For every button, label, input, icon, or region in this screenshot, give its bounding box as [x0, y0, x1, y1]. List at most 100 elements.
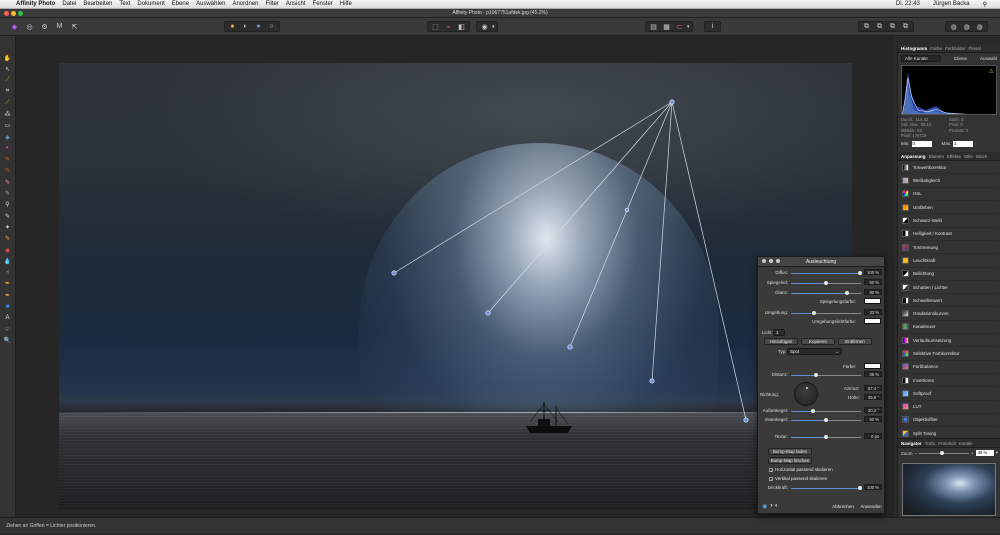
- menu-filter[interactable]: Filter: [266, 1, 279, 7]
- flood-select-icon[interactable]: ⁂: [3, 109, 13, 119]
- adjustment-item[interactable]: HSL: [899, 188, 999, 202]
- node-tool-icon[interactable]: ✒: [3, 290, 13, 300]
- hand-tool-icon[interactable]: ✋: [3, 53, 13, 63]
- color-replacement-icon[interactable]: ✎: [3, 166, 13, 176]
- menu-fenster[interactable]: Fenster: [313, 1, 333, 7]
- tab-farbfelder[interactable]: Farbfelder: [945, 46, 966, 51]
- arrange-front-icon[interactable]: ⧉: [900, 21, 911, 32]
- magnet-icon[interactable]: ⊂: [674, 21, 685, 32]
- subtract-ellipse-icon[interactable]: ◍: [961, 21, 972, 32]
- export-persona-icon[interactable]: ⇱: [69, 21, 80, 32]
- document-canvas[interactable]: [59, 63, 852, 509]
- textur-value[interactable]: 0 px: [864, 433, 882, 439]
- user-name[interactable]: Jürgen Backa: [933, 1, 970, 8]
- blur-brush-icon[interactable]: 💧: [3, 256, 13, 266]
- move-tool-icon[interactable]: ↖: [3, 64, 13, 74]
- adjustment-item[interactable]: Schwellenwert: [899, 294, 999, 308]
- auto-colors-icon[interactable]: ●: [253, 21, 264, 32]
- azimuth-value[interactable]: 67,4 °: [864, 385, 882, 391]
- diffus-slider[interactable]: [791, 271, 862, 275]
- adjustment-item[interactable]: Selektive Farbkorrektur: [899, 347, 999, 361]
- menu-hilfe[interactable]: Hilfe: [340, 1, 352, 7]
- menu-app[interactable]: Affinity Photo: [16, 1, 55, 7]
- textur-slider[interactable]: [791, 435, 861, 439]
- adjustment-item[interactable]: Invertieren: [899, 374, 999, 388]
- freehand-selection-icon[interactable]: ⌁: [443, 21, 454, 32]
- target-handle[interactable]: [567, 344, 573, 350]
- tab-pinsel[interactable]: Pinsel: [969, 46, 981, 51]
- zoom-out-icon[interactable]: −: [915, 451, 918, 456]
- adjustment-item[interactable]: Softproof: [899, 387, 999, 401]
- adjustment-item[interactable]: Gradationskurven: [899, 307, 999, 321]
- tab-ebenen[interactable]: Ebenen: [929, 154, 945, 159]
- selection-option[interactable]: Auswahl: [980, 56, 997, 61]
- cancel-button[interactable]: Abbrechen: [830, 503, 856, 510]
- cone-handle-left[interactable]: [391, 270, 397, 276]
- assistant-icon[interactable]: ▤: [648, 21, 659, 32]
- menu-datei[interactable]: Datei: [62, 1, 76, 7]
- tab-stile[interactable]: Stile: [964, 154, 973, 159]
- zoom-field[interactable]: 45 %: [975, 450, 994, 456]
- aussenkegel-slider[interactable]: [791, 409, 861, 413]
- adjustment-item[interactable]: Belichtung: [899, 268, 999, 281]
- adjustment-item[interactable]: Farbbalance: [899, 361, 999, 374]
- adjustment-item[interactable]: Schatten / Lichter: [899, 281, 999, 295]
- menu-text[interactable]: Text: [119, 1, 130, 7]
- dodge-brush-icon[interactable]: ✎: [3, 189, 13, 199]
- ambient-color-swatch[interactable]: [864, 318, 881, 324]
- blemish-icon[interactable]: ✎: [3, 234, 13, 244]
- adjustment-item[interactable]: Schwarz-Weiß: [899, 214, 999, 228]
- retouch-brush-icon[interactable]: ✎: [3, 211, 13, 221]
- auto-white-balance-icon[interactable]: ○: [266, 21, 277, 32]
- light-color-swatch[interactable]: [864, 363, 881, 369]
- paint-brush-icon[interactable]: ✎: [3, 155, 13, 165]
- blend-ranges-icon[interactable]: ◑: [769, 503, 773, 510]
- dialog-close-button[interactable]: [762, 259, 766, 263]
- menu-ansicht[interactable]: Ansicht: [286, 1, 306, 7]
- auto-contrast-icon[interactable]: ◐: [240, 21, 251, 32]
- tab-farbe[interactable]: Farbe: [930, 46, 942, 51]
- zoom-slider-knob[interactable]: [939, 450, 944, 455]
- cone-handle-inner-right[interactable]: [649, 378, 655, 384]
- adjustment-item[interactable]: Umfärben: [899, 201, 999, 215]
- text-tool-icon[interactable]: A: [3, 313, 13, 323]
- dialog-minimize-button[interactable]: [769, 259, 773, 263]
- menu-anordnen[interactable]: Anordnen: [232, 1, 258, 7]
- clone-brush-icon[interactable]: ⚲: [3, 200, 13, 210]
- zoom-menu-icon[interactable]: ▾: [996, 450, 998, 456]
- max-field[interactable]: 1: [953, 141, 974, 148]
- pen-tool-icon[interactable]: ✒: [3, 279, 13, 289]
- aussenkegel-value[interactable]: 30,2 °: [864, 407, 882, 413]
- liquify-persona-icon[interactable]: ◎: [24, 21, 35, 32]
- adjustment-item[interactable]: LUT: [899, 401, 999, 414]
- crop-tool-icon[interactable]: ⌗: [3, 87, 13, 97]
- gradient-tool-icon[interactable]: ◐: [3, 143, 13, 153]
- distanz-value[interactable]: 36 %: [864, 371, 882, 377]
- clear-bump-map-button[interactable]: Bump-Map löschen: [768, 457, 812, 464]
- innenkegel-slider[interactable]: [791, 418, 861, 422]
- menu-ebene[interactable]: Ebene: [172, 1, 189, 7]
- spiegelnd-slider[interactable]: [791, 281, 861, 285]
- arrange-backward-icon[interactable]: ⧉: [874, 21, 885, 32]
- adjustment-item[interactable]: Verlaufsumsetzung: [899, 334, 999, 348]
- navigator-thumbnail[interactable]: [902, 463, 996, 516]
- umgebung-value[interactable]: 33 %: [864, 309, 882, 315]
- tab-histogram[interactable]: Histogramm: [901, 46, 927, 51]
- color-picker-icon[interactable]: ⟋: [3, 76, 13, 86]
- remove-light-button[interactable]: Entfernen: [838, 338, 872, 345]
- blend-mode-icon[interactable]: ◉: [762, 503, 767, 510]
- spiegelnd-value[interactable]: 50 %: [864, 279, 882, 285]
- tab-anpassung[interactable]: Anpassung: [901, 154, 926, 159]
- zoom-in-icon[interactable]: +: [971, 451, 974, 456]
- adjustment-item[interactable]: Leuchtkraft: [899, 254, 999, 268]
- chevron-down-icon[interactable]: ▾: [492, 24, 495, 30]
- red-eye-icon[interactable]: ◉: [3, 245, 13, 255]
- zoom-tool-icon[interactable]: 🔍: [3, 335, 13, 345]
- develop-persona-icon[interactable]: ⚙: [39, 21, 50, 32]
- cone-handle-inner-left[interactable]: [485, 310, 491, 316]
- arrange-forward-icon[interactable]: ⧉: [887, 21, 898, 32]
- load-bump-map-button[interactable]: Bump-Map laden: [768, 448, 812, 455]
- adjustment-item[interactable]: Helligkeit / Kontrast: [899, 228, 999, 241]
- chevron-down-icon[interactable]: ▾: [687, 24, 690, 30]
- smudge-brush-icon[interactable]: ☝: [3, 268, 13, 278]
